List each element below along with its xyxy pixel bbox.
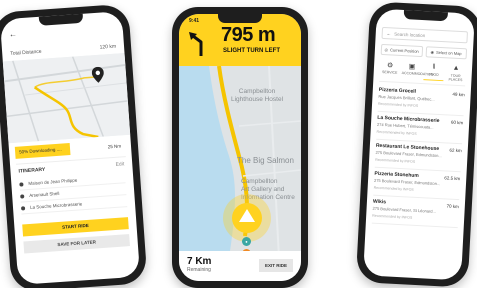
- list-item[interactable]: Restaurant Le Stonehouse 275 Boulevard F…: [374, 139, 463, 173]
- place-distance: 60 km: [450, 119, 464, 126]
- back-arrow-icon[interactable]: ←: [9, 29, 18, 39]
- search-placeholder: Search location: [394, 31, 426, 38]
- turn-left-arrow-icon: [189, 32, 203, 56]
- list-item[interactable]: Pizzeria Grocell Rue Jacques Brillant, Q…: [377, 83, 466, 117]
- itinerary-list: Maison de Jean Philippe Arsenault Shell …: [19, 171, 128, 215]
- total-distance-value: 120 km: [99, 43, 117, 51]
- place-distance: 62.5 km: [444, 175, 461, 182]
- place-recommendation: Recommended by INFOS: [375, 157, 416, 164]
- stop-dot-icon: [20, 205, 26, 211]
- place-recommendation: Recommended by INFOS: [373, 185, 414, 192]
- tab-food[interactable]: ‖ FOOD: [423, 63, 445, 82]
- save-for-later-button[interactable]: SAVE FOR LATER: [23, 234, 130, 254]
- back-arrow-icon[interactable]: ←: [387, 31, 392, 36]
- places-list: Pizzeria Grocell Rue Jacques Brillant, Q…: [371, 83, 466, 229]
- current-position-label: Current Position: [389, 47, 419, 54]
- progress-fill: 50% Downloading ....: [14, 143, 71, 159]
- phone-navigation: 9:41 795 m SLIGHT TURN LEFT Campbellton …: [172, 7, 308, 288]
- list-item[interactable]: Wikis 275 Boulevard Fraser, St Léonard..…: [371, 195, 460, 229]
- route-map[interactable]: [2, 52, 131, 144]
- route-map-graphic: [2, 52, 131, 144]
- place-recommendation: Recommended by INFOS: [372, 213, 413, 220]
- heading-arrow-icon: [239, 209, 255, 222]
- poi-pin-icon[interactable]: ●: [242, 237, 251, 246]
- navigation-screen: 9:41 795 m SLIGHT TURN LEFT Campbellton …: [179, 14, 301, 281]
- map-label-big-salmon: The Big Salmon: [237, 156, 294, 165]
- select-on-map-label: Select on Map: [435, 49, 462, 57]
- itinerary-edit-link[interactable]: Edit: [115, 161, 124, 168]
- navigation-map[interactable]: Campbellton Lighthouse Hostel The Big Sa…: [179, 65, 301, 259]
- stop-dot-icon: [19, 181, 24, 187]
- place-distance: 70 km: [446, 203, 459, 210]
- select-on-map-button[interactable]: ◉ Select on Map: [425, 46, 468, 60]
- stop-dot-icon: [20, 193, 25, 199]
- place-recommendation: Recommended by INFOS: [376, 129, 417, 136]
- place-distance: 62 km: [449, 147, 462, 154]
- itinerary-card: ITINERARY Edit Maison de Jean Philippe A…: [15, 156, 130, 219]
- tab-accommodation[interactable]: ▣ ACCOMMODATION: [401, 62, 434, 80]
- phone-places: ← Search location ◎ Current Position ◉ S…: [355, 1, 477, 288]
- itinerary-heading: ITINERARY: [18, 166, 46, 175]
- location-chips: ◎ Current Position ◉ Select on Map: [380, 43, 468, 60]
- tab-service[interactable]: ⚙ SERVICE: [379, 61, 400, 79]
- next-turn-distance: 795 m: [221, 24, 276, 46]
- location-pin-icon[interactable]: [91, 66, 104, 83]
- places-screen: ← Search location ◎ Current Position ◉ S…: [363, 8, 475, 281]
- exit-ride-button[interactable]: EXIT RIDE: [258, 259, 293, 272]
- navigation-footer: 7 Km Remaining EXIT RIDE: [179, 251, 301, 281]
- place-distance: 49 km: [452, 91, 465, 98]
- itinerary-item-label: La Souche Microbrasserie: [29, 201, 83, 210]
- phone-itinerary: ← Total Distance 120 km 50% Downloading …: [0, 3, 148, 288]
- search-input[interactable]: ← Search location: [381, 26, 468, 44]
- itinerary-screen: ← Total Distance 120 km 50% Downloading …: [0, 11, 141, 285]
- map-label-lighthouse: Campbellton Lighthouse Hostel: [231, 88, 284, 104]
- crosshair-icon: ◎: [384, 47, 389, 53]
- phone-notch: [218, 14, 262, 23]
- download-progress: 50% Downloading .... 25 Nm: [14, 139, 126, 159]
- app-showcase: ← Total Distance 120 km 50% Downloading …: [0, 0, 477, 288]
- progress-right-label: 25 Nm: [107, 142, 122, 149]
- turn-instruction: SLIGHT TURN LEFT: [223, 48, 280, 54]
- itinerary-item-label: Maison de Jean Philippe: [28, 177, 78, 186]
- list-item[interactable]: Pizzeria Stonehum 275 Boulevard Fraser, …: [373, 167, 461, 201]
- tab-label: TOUR PLACES: [448, 73, 463, 83]
- status-time: 9:41: [189, 18, 200, 24]
- itinerary-item-label: Arsenault Shell: [29, 190, 60, 198]
- category-tabs: ⚙ SERVICE ▣ ACCOMMODATION ‖ FOOD ▲ TOUR PLAC…: [379, 60, 467, 87]
- tab-label: FOOD: [428, 72, 439, 77]
- start-ride-button[interactable]: START RIDE: [22, 217, 129, 237]
- total-distance-label: Total Distance: [10, 48, 42, 57]
- tab-tour-places[interactable]: ▲ TOUR PLACES: [445, 64, 466, 83]
- list-item[interactable]: La Souche Microbrasserie 274 Rue Hubert,…: [376, 111, 464, 145]
- place-recommendation: Recommended by INFOS: [377, 101, 419, 108]
- current-position-button[interactable]: ◎ Current Position: [380, 43, 423, 58]
- map-pin-icon: ◉: [430, 49, 435, 55]
- tab-label: SERVICE: [381, 69, 398, 75]
